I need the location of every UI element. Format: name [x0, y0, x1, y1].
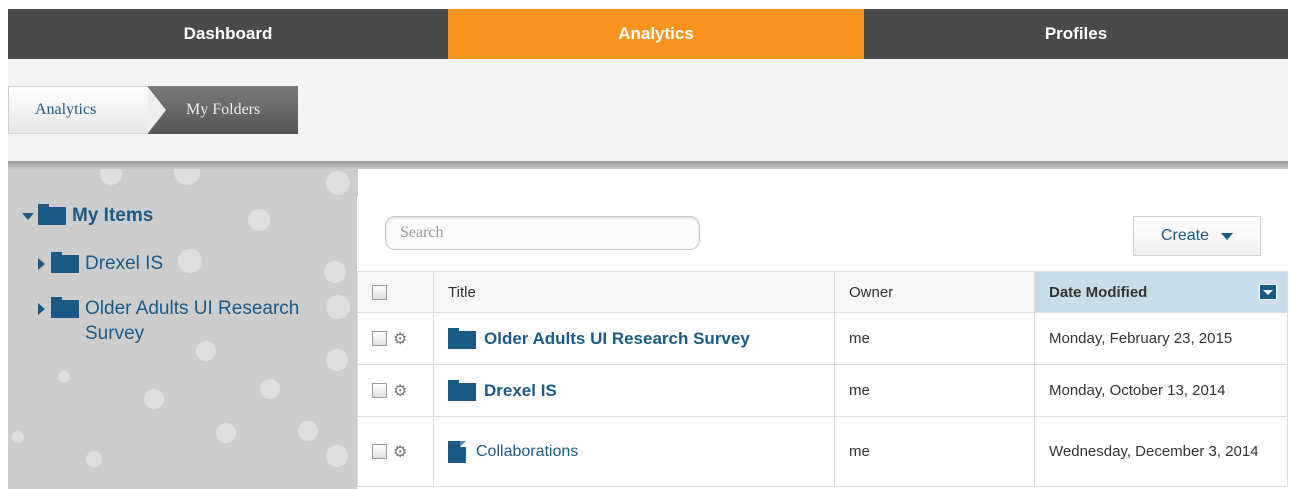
title-cell: Older Adults UI Research Survey — [433, 312, 835, 365]
search-input[interactable] — [398, 217, 692, 249]
items-panel: Create Title Owner Date Modified ⚙ Older… — [357, 196, 1288, 489]
item-title-link[interactable]: Drexel IS — [484, 381, 557, 401]
breadcrumb: Analytics My Folders — [8, 86, 298, 134]
column-header-owner[interactable]: Owner — [834, 271, 1035, 313]
collapsed-arrow-icon[interactable] — [38, 303, 45, 315]
folder-tree-panel: My Items Drexel IS Older Adults UI Resea… — [8, 169, 358, 489]
table-row[interactable]: ⚙ Older Adults UI Research Survey me Mon… — [357, 312, 1288, 365]
date-cell: Monday, February 23, 2015 — [1034, 312, 1288, 365]
date-cell: Monday, October 13, 2014 — [1034, 364, 1288, 417]
gear-icon[interactable]: ⚙ — [393, 442, 407, 462]
table-header-row: Title Owner Date Modified — [357, 271, 1288, 313]
row-checkbox[interactable] — [372, 331, 387, 346]
title-cell: Collaborations — [433, 416, 835, 487]
document-icon — [448, 440, 466, 463]
folder-icon — [51, 297, 79, 318]
tree-item-drexel-is[interactable]: Drexel IS — [38, 252, 164, 275]
owner-cell: me — [834, 416, 1035, 487]
row-checkbox[interactable] — [372, 383, 387, 398]
date-modified-label: Date Modified — [1049, 283, 1148, 301]
column-header-title[interactable]: Title — [433, 271, 835, 313]
tab-dashboard[interactable]: Dashboard — [8, 9, 448, 59]
folder-icon — [38, 204, 66, 225]
tree-item-label: Drexel IS — [85, 253, 164, 274]
tab-profiles[interactable]: Profiles — [864, 9, 1288, 59]
table-row[interactable]: ⚙ Collaborations me Wednesday, December … — [357, 416, 1288, 487]
create-label: Create — [1160, 227, 1210, 244]
select-all-cell — [357, 271, 434, 313]
items-table: Title Owner Date Modified ⚙ Older Adults… — [357, 271, 1288, 487]
select-all-checkbox[interactable] — [372, 285, 387, 301]
row-controls: ⚙ — [357, 312, 434, 365]
search-box[interactable] — [385, 216, 700, 250]
tree-item-label: Older Adults UI Research Survey — [85, 298, 300, 344]
title-cell: Drexel IS — [433, 364, 835, 417]
create-button[interactable]: Create — [1133, 216, 1261, 256]
gear-icon[interactable]: ⚙ — [393, 381, 407, 401]
item-title-link[interactable]: Collaborations — [476, 443, 578, 461]
row-controls: ⚙ — [357, 416, 434, 487]
gear-icon[interactable]: ⚙ — [393, 329, 407, 349]
item-title-link[interactable]: Older Adults UI Research Survey — [484, 329, 750, 349]
row-controls: ⚙ — [357, 364, 434, 417]
tab-analytics[interactable]: Analytics — [448, 9, 864, 59]
breadcrumb-my-folders[interactable]: My Folders — [148, 86, 298, 134]
chevron-down-icon — [1221, 232, 1234, 240]
top-nav: Dashboard Analytics Profiles — [8, 9, 1288, 59]
folder-icon — [448, 327, 476, 349]
table-row[interactable]: ⚙ Drexel IS me Monday, October 13, 2014 — [357, 364, 1288, 417]
column-header-date-modified[interactable]: Date Modified — [1034, 271, 1288, 313]
tree-item-my-items[interactable]: My Items — [22, 204, 154, 227]
row-checkbox[interactable] — [372, 444, 387, 459]
date-cell: Wednesday, December 3, 2014 — [1034, 416, 1288, 487]
owner-cell: me — [834, 364, 1035, 417]
tree-item-label: My Items — [72, 205, 154, 226]
owner-cell: me — [834, 312, 1035, 365]
expanded-arrow-icon[interactable] — [22, 213, 34, 220]
breadcrumb-analytics[interactable]: Analytics — [8, 86, 168, 134]
divider — [8, 161, 1288, 169]
sort-dropdown-icon[interactable] — [1259, 284, 1277, 300]
folder-icon — [51, 252, 79, 273]
tree-item-older-adults-survey[interactable]: Older Adults UI Research Survey — [38, 297, 338, 346]
folder-icon — [448, 379, 476, 401]
collapsed-arrow-icon[interactable] — [38, 258, 45, 270]
